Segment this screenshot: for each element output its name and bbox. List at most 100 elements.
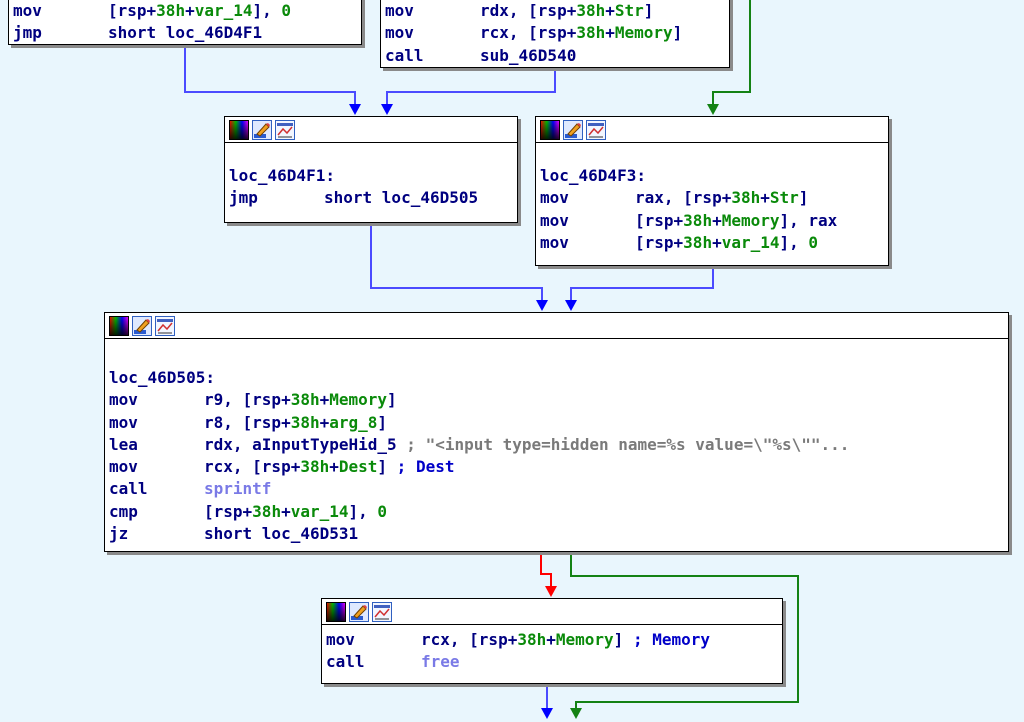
code-label[interactable]: loc_46D505: [109,367,1004,389]
operand[interactable]: rcx, [rsp+ [421,630,517,649]
operand[interactable]: 38h [576,1,605,20]
operand[interactable]: Str [770,188,799,207]
color-palette-icon[interactable] [229,119,249,140]
operand[interactable]: r9, [rsp+ [204,390,291,409]
operand[interactable]: sub_46D540 [480,46,576,65]
graph-overview-icon[interactable] [275,119,295,140]
operand[interactable]: short loc_46D4F1 [108,23,262,42]
instruction-line[interactable]: jmp short loc_46D4F1 [13,22,357,44]
operand[interactable]: sprintf [204,479,271,498]
operand[interactable]: 38h [731,188,760,207]
operand[interactable]: var_14 [195,1,253,20]
operand[interactable]: + [329,457,339,476]
instruction-line[interactable]: lea rdx, aInputTypeHid_5 ; "<input type=h… [109,434,1004,456]
instruction-line[interactable]: mov rcx, [rsp+38h+Dest] ; Dest [109,456,1004,478]
operand[interactable]: ] [614,630,633,649]
instruction-line[interactable]: mov [rsp+38h+var_14], 0 [540,232,884,254]
operand[interactable]: Memory [722,211,780,230]
instruction-line[interactable]: mov rcx, [rsp+38h+Memory] [385,22,725,44]
operand[interactable]: ] [644,1,654,20]
operand[interactable]: 0 [808,233,818,252]
operand[interactable]: Memory [615,23,673,42]
operand[interactable]: 38h [576,23,605,42]
instruction-line[interactable]: mov r9, [rsp+38h+Memory] [109,389,1004,411]
edit-pencil-icon[interactable] [252,119,272,140]
code-block-free[interactable]: mov rcx, [rsp+38h+Memory] ; Memory call fre… [321,598,783,684]
operand[interactable]: + [712,211,722,230]
operand[interactable]: r8, [rsp+ [204,413,291,432]
code-label[interactable]: loc_46D4F3: [540,165,884,187]
operand[interactable]: short loc_46D505 [324,188,478,207]
instruction-line[interactable]: call sprintf [109,478,1004,500]
operand[interactable]: short loc_46D531 [204,524,358,543]
operand[interactable]: ] [377,457,396,476]
instruction-line[interactable]: cmp [rsp+38h+var_14], 0 [109,501,1004,523]
instruction-line[interactable]: mov rax, [rsp+38h+Str] [540,187,884,209]
operand[interactable]: ] [799,188,809,207]
operand[interactable]: + [712,233,722,252]
operand[interactable]: rcx, [rsp+ [204,457,300,476]
operand[interactable]: [rsp+ [635,233,683,252]
operand[interactable]: 38h [156,1,185,20]
graph-overview-icon[interactable] [586,119,606,140]
operand[interactable]: ], [253,1,282,20]
code-block-loc-46d505[interactable]: loc_46D505: mov r9, [rsp+38h+Memory] mov r8,… [104,312,1009,552]
operand[interactable]: ; Memory [633,630,710,649]
operand[interactable]: + [320,390,330,409]
edit-pencil-icon[interactable] [563,119,583,140]
operand[interactable]: + [281,502,291,521]
operand[interactable]: ] [377,413,387,432]
operand[interactable]: + [605,1,615,20]
code-label[interactable]: loc_46D4F1: [229,165,513,187]
code-block-loc-46d4f1[interactable]: loc_46D4F1: jmp short loc_46D505 [224,116,518,223]
operand[interactable]: rax, [rsp+ [635,188,731,207]
operand[interactable]: free [421,652,460,671]
operand[interactable]: ], [780,233,809,252]
operand[interactable]: Memory [329,390,387,409]
instruction-line[interactable]: mov [rsp+38h+var_14], 0 [13,0,357,22]
instruction-line[interactable]: call sub_46D540 [385,45,725,67]
color-palette-icon[interactable] [109,315,129,336]
operand[interactable]: 38h [291,390,320,409]
operand[interactable]: rdx, [rsp+ [480,1,576,20]
operand[interactable]: 0 [281,1,291,20]
operand[interactable]: + [605,23,615,42]
operand[interactable]: 38h [683,211,712,230]
operand[interactable]: 38h [291,413,320,432]
operand[interactable]: + [760,188,770,207]
operand[interactable]: 38h [517,630,546,649]
operand[interactable]: var_14 [291,502,349,521]
operand[interactable]: var_14 [722,233,780,252]
operand[interactable]: 38h [300,457,329,476]
color-palette-icon[interactable] [540,119,560,140]
edit-pencil-icon[interactable] [349,601,369,622]
instruction-line[interactable]: mov rdx, [rsp+38h+Str] [385,0,725,22]
operand[interactable]: ], [349,502,378,521]
code-block-top-right[interactable]: mov rdx, [rsp+38h+Str] mov rcx, [rsp+38h+Me… [380,0,730,68]
operand[interactable]: 0 [377,502,387,521]
operand[interactable]: + [320,413,330,432]
instruction-line[interactable]: jz short loc_46D531 [109,523,1004,545]
operand[interactable]: [rsp+ [108,1,156,20]
operand[interactable]: Memory [556,630,614,649]
operand[interactable]: [rsp+ [635,211,683,230]
operand[interactable]: ], rax [780,211,838,230]
instruction-line[interactable]: mov rcx, [rsp+38h+Memory] ; Memory [326,629,778,651]
instruction-line[interactable]: mov [rsp+38h+Memory], rax [540,210,884,232]
operand[interactable]: rcx, [rsp+ [480,23,576,42]
edit-pencil-icon[interactable] [132,315,152,336]
instruction-line[interactable]: call free [326,651,778,673]
operand[interactable]: 38h [683,233,712,252]
instruction-line[interactable]: mov r8, [rsp+38h+arg_8] [109,412,1004,434]
code-block-loc-46d4f3[interactable]: loc_46D4F3: mov rax, [rsp+38h+Str] mov [rsp+… [535,116,889,266]
operand[interactable]: Str [615,1,644,20]
operand[interactable]: 38h [252,502,281,521]
graph-overview-icon[interactable] [372,601,392,622]
operand[interactable]: ] [673,23,683,42]
operand[interactable]: rdx, aInputTypeHid_5 [204,435,406,454]
operand[interactable]: ] [387,390,397,409]
operand[interactable]: + [546,630,556,649]
operand[interactable]: arg_8 [329,413,377,432]
operand[interactable]: Dest [339,457,378,476]
operand[interactable]: [rsp+ [204,502,252,521]
